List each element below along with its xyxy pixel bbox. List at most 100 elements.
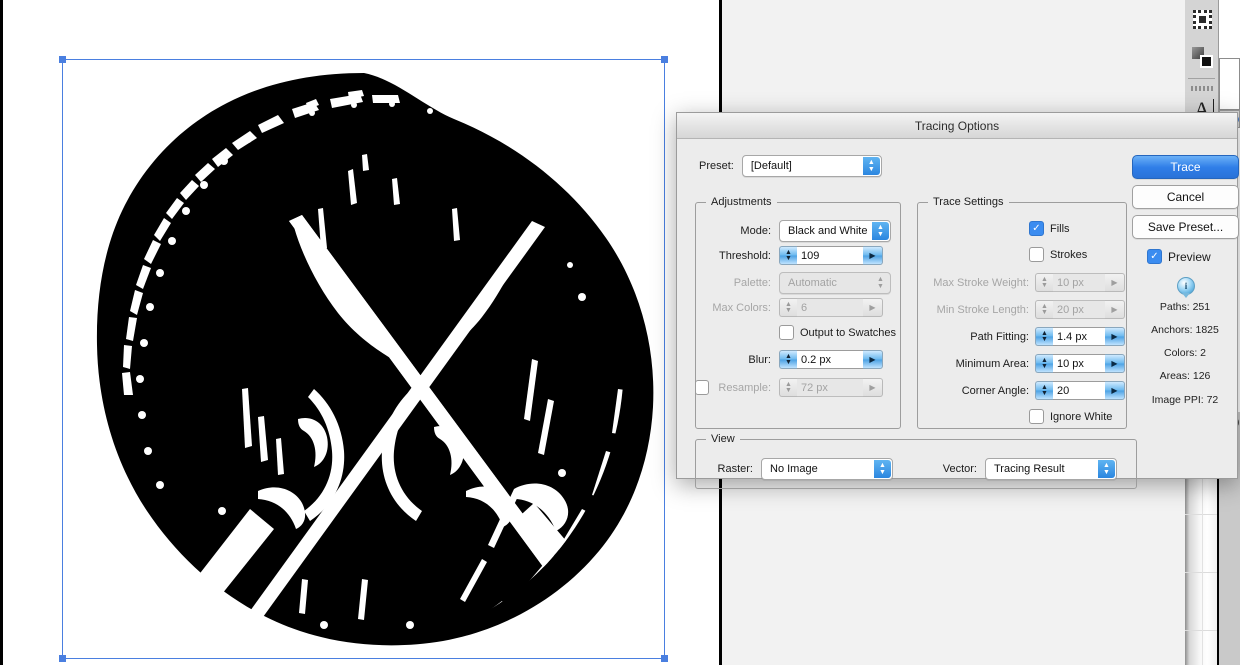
chevron-updown-icon[interactable]: ▲▼	[1098, 460, 1115, 478]
corner-angle-label: Corner Angle:	[961, 384, 1029, 397]
corner-angle-stepper[interactable]: ▲ ▼ 20 ▶	[1035, 381, 1125, 400]
resample-stepper: ▲ ▼ 72 px ▶	[779, 378, 883, 397]
checkbox-box[interactable]	[1029, 409, 1044, 424]
blur-stepper[interactable]: ▲ ▼ 0.2 px ▶	[779, 350, 883, 369]
stepper-updown-icon[interactable]: ▲ ▼	[1035, 354, 1053, 373]
trace-button[interactable]: Trace	[1132, 155, 1239, 179]
palette-select: Automatic ▲ ▼	[779, 272, 891, 294]
tracing-options-dialog[interactable]: Tracing Options Preset: [Default] ▲ ▼ Adj…	[676, 112, 1239, 489]
output-to-swatches-checkbox[interactable]: Output to Swatches	[779, 325, 896, 340]
resample-label: Resample:	[718, 381, 771, 394]
threshold-label: Threshold:	[719, 249, 771, 262]
stepper-right-arrow-icon[interactable]: ▶	[1105, 327, 1125, 346]
max-colors-label: Max Colors:	[712, 301, 771, 314]
minimum-area-label: Minimum Area:	[955, 357, 1029, 370]
preview-checkbox[interactable]: ✓ Preview	[1147, 249, 1211, 264]
stepper-right-arrow-icon: ▶	[1105, 273, 1125, 292]
max-colors-value: 6	[797, 298, 863, 317]
mode-select[interactable]: Black and White ▲ ▼	[779, 220, 891, 242]
stepper-right-arrow-icon: ▶	[1105, 300, 1125, 319]
resample-checkbox[interactable]	[695, 380, 709, 395]
tool-divider	[1188, 78, 1215, 79]
strokes-label: Strokes	[1050, 248, 1088, 261]
min-stroke-length-label: Min Stroke Length:	[936, 303, 1029, 316]
stepper-right-arrow-icon[interactable]: ▶	[1105, 354, 1125, 373]
tool-artboard[interactable]	[1185, 0, 1219, 38]
minimum-area-value[interactable]: 10 px	[1053, 354, 1105, 373]
stat-anchors: Anchors: 1825	[1151, 324, 1219, 336]
preset-value: [Default]	[750, 160, 792, 172]
blur-value[interactable]: 0.2 px	[797, 350, 863, 369]
checkbox-box[interactable]	[1029, 247, 1044, 262]
artboard-tool-icon	[1192, 9, 1212, 29]
save-preset-button[interactable]: Save Preset...	[1132, 215, 1239, 239]
dotted-handle-icon	[1191, 85, 1213, 91]
crossed-swords-emblem[interactable]	[62, 59, 666, 660]
chevron-updown-icon[interactable]: ▲▼	[862, 157, 880, 175]
application-window: A ▲▼ Tracing Options Preset: [Default] ▲…	[0, 0, 1240, 665]
stepper-right-arrow-icon[interactable]: ▶	[863, 350, 883, 369]
minimum-area-stepper[interactable]: ▲ ▼ 10 px ▶	[1035, 354, 1125, 373]
ignore-white-label: Ignore White	[1050, 410, 1113, 423]
chevron-updown-icon: ▲ ▼	[877, 275, 884, 290]
mode-value: Black and White	[788, 225, 868, 237]
stepper-updown-icon: ▲ ▼	[779, 298, 797, 317]
color-panel[interactable]	[1219, 58, 1240, 110]
stepper-right-arrow-icon[interactable]: ▶	[1105, 381, 1125, 400]
threshold-value[interactable]: 109	[797, 246, 863, 265]
preset-select[interactable]: [Default] ▲ ▼	[741, 155, 882, 177]
stepper-right-arrow-icon[interactable]: ▶	[863, 246, 883, 265]
preset-row: Preset: [Default] ▲ ▼	[699, 155, 882, 177]
checkbox-box[interactable]	[779, 325, 794, 340]
tool-shapes[interactable]	[1185, 38, 1219, 76]
max-stroke-weight-value: 10 px	[1053, 273, 1105, 292]
strokes-checkbox[interactable]: Strokes	[1029, 247, 1087, 262]
chevron-updown-icon[interactable]: ▲▼	[874, 460, 891, 478]
stepper-right-arrow-icon: ▶	[863, 298, 883, 317]
dialog-titlebar[interactable]: Tracing Options	[677, 113, 1237, 139]
ignore-white-checkbox[interactable]: Ignore White	[1029, 409, 1112, 424]
vector-label: Vector:	[942, 463, 977, 475]
path-fitting-label: Path Fitting:	[970, 330, 1029, 343]
output-to-swatches-label: Output to Swatches	[800, 326, 896, 339]
palette-label: Palette:	[733, 277, 771, 289]
stepper-updown-icon[interactable]: ▲ ▼	[779, 246, 797, 265]
stat-colors: Colors: 2	[1163, 347, 1206, 359]
raster-value: No Image	[770, 463, 818, 475]
adjustments-title: Adjustments	[706, 196, 777, 208]
tool-drag-handle[interactable]	[1185, 81, 1219, 95]
threshold-stepper[interactable]: ▲ ▼ 109 ▶	[779, 246, 883, 265]
trace-settings-title: Trace Settings	[928, 196, 1009, 208]
chevron-updown-icon[interactable]: ▲▼	[872, 222, 889, 240]
document-page[interactable]	[0, 0, 722, 665]
shape-tool-icon	[1191, 46, 1213, 68]
corner-angle-value[interactable]: 20	[1053, 381, 1105, 400]
stepper-updown-icon[interactable]: ▲ ▼	[1035, 327, 1053, 346]
stepper-updown-icon[interactable]: ▲ ▼	[1035, 381, 1053, 400]
checkbox-box[interactable]: ✓	[1147, 249, 1162, 264]
raster-select[interactable]: No Image ▲ ▼	[761, 458, 893, 480]
raster-label: Raster:	[717, 463, 753, 475]
checkbox-box[interactable]	[695, 380, 709, 395]
path-fitting-value[interactable]: 1.4 px	[1053, 327, 1105, 346]
view-title: View	[706, 433, 740, 445]
blur-label: Blur:	[748, 353, 771, 366]
max-stroke-weight-label: Max Stroke Weight:	[933, 276, 1029, 289]
fills-checkbox[interactable]: ✓ Fills	[1029, 221, 1070, 236]
stepper-updown-icon[interactable]: ▲ ▼	[779, 350, 797, 369]
stat-paths: Paths: 251	[1159, 301, 1211, 313]
resample-value: 72 px	[797, 378, 863, 397]
info-icon[interactable]: i	[1177, 277, 1195, 298]
max-stroke-weight-stepper: ▲ ▼ 10 px ▶	[1035, 273, 1125, 292]
path-fitting-stepper[interactable]: ▲ ▼ 1.4 px ▶	[1035, 327, 1125, 346]
vector-select[interactable]: Tracing Result ▲ ▼	[985, 458, 1117, 480]
tool-panel[interactable]: A	[1185, 0, 1219, 135]
min-stroke-length-value: 20 px	[1053, 300, 1105, 319]
cancel-button[interactable]: Cancel	[1132, 185, 1239, 209]
min-stroke-length-stepper: ▲ ▼ 20 px ▶	[1035, 300, 1125, 319]
checkbox-box[interactable]: ✓	[1029, 221, 1044, 236]
stat-image-ppi: Image PPI: 72	[1151, 394, 1219, 406]
stepper-updown-icon: ▲ ▼	[1035, 273, 1053, 292]
palette-value: Automatic	[788, 277, 837, 289]
preview-label: Preview	[1168, 249, 1211, 264]
